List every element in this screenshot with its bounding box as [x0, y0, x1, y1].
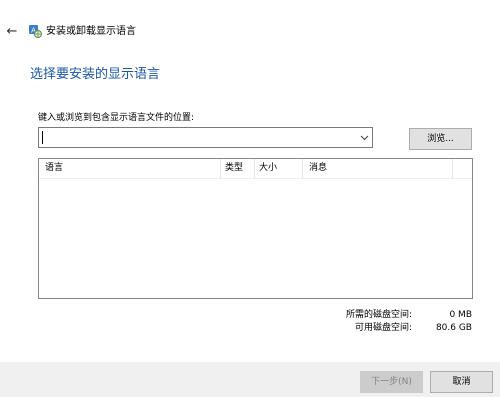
list-header: 语言 类型 大小 消息: [39, 159, 472, 179]
browse-button[interactable]: 浏览...: [409, 128, 472, 150]
column-header-size[interactable]: 大小: [255, 159, 303, 178]
available-space-row: 可用磁盘空间: 80.6 GB: [355, 322, 472, 334]
window-title: 安装或卸载显示语言: [46, 26, 136, 37]
path-combobox[interactable]: [38, 127, 373, 148]
required-space-row: 所需的磁盘空间: 0 MB: [346, 309, 472, 321]
back-arrow-icon[interactable]: ←: [4, 24, 20, 40]
language-list[interactable]: 语言 类型 大小 消息: [38, 158, 473, 299]
required-space-label: 所需的磁盘空间:: [345, 310, 412, 320]
required-space-value: 0 MB: [449, 310, 472, 320]
path-label: 键入或浏览到包含显示语言文件的位置:: [38, 113, 195, 123]
column-header-message[interactable]: 消息: [303, 159, 453, 178]
available-space-label: 可用磁盘空间:: [354, 323, 412, 333]
next-button[interactable]: 下一步(N): [360, 371, 423, 393]
column-header-filler: [453, 159, 472, 178]
path-input[interactable]: [39, 129, 356, 146]
footer-bar: 下一步(N) 取消: [0, 362, 500, 397]
available-space-value: 80.6 GB: [435, 323, 472, 333]
page-heading: 选择要安装的显示语言: [30, 67, 161, 82]
language-globe-icon: A: [29, 25, 42, 38]
column-header-language[interactable]: 语言: [39, 159, 221, 178]
column-header-type[interactable]: 类型: [221, 159, 255, 178]
language-install-window: ← A 安装或卸载显示语言 选择要安装的显示语言 键入或浏览到包含显示语言文件的…: [0, 0, 500, 397]
cancel-button[interactable]: 取消: [430, 371, 493, 393]
chevron-down-icon[interactable]: [356, 128, 372, 147]
text-cursor: [42, 131, 43, 144]
